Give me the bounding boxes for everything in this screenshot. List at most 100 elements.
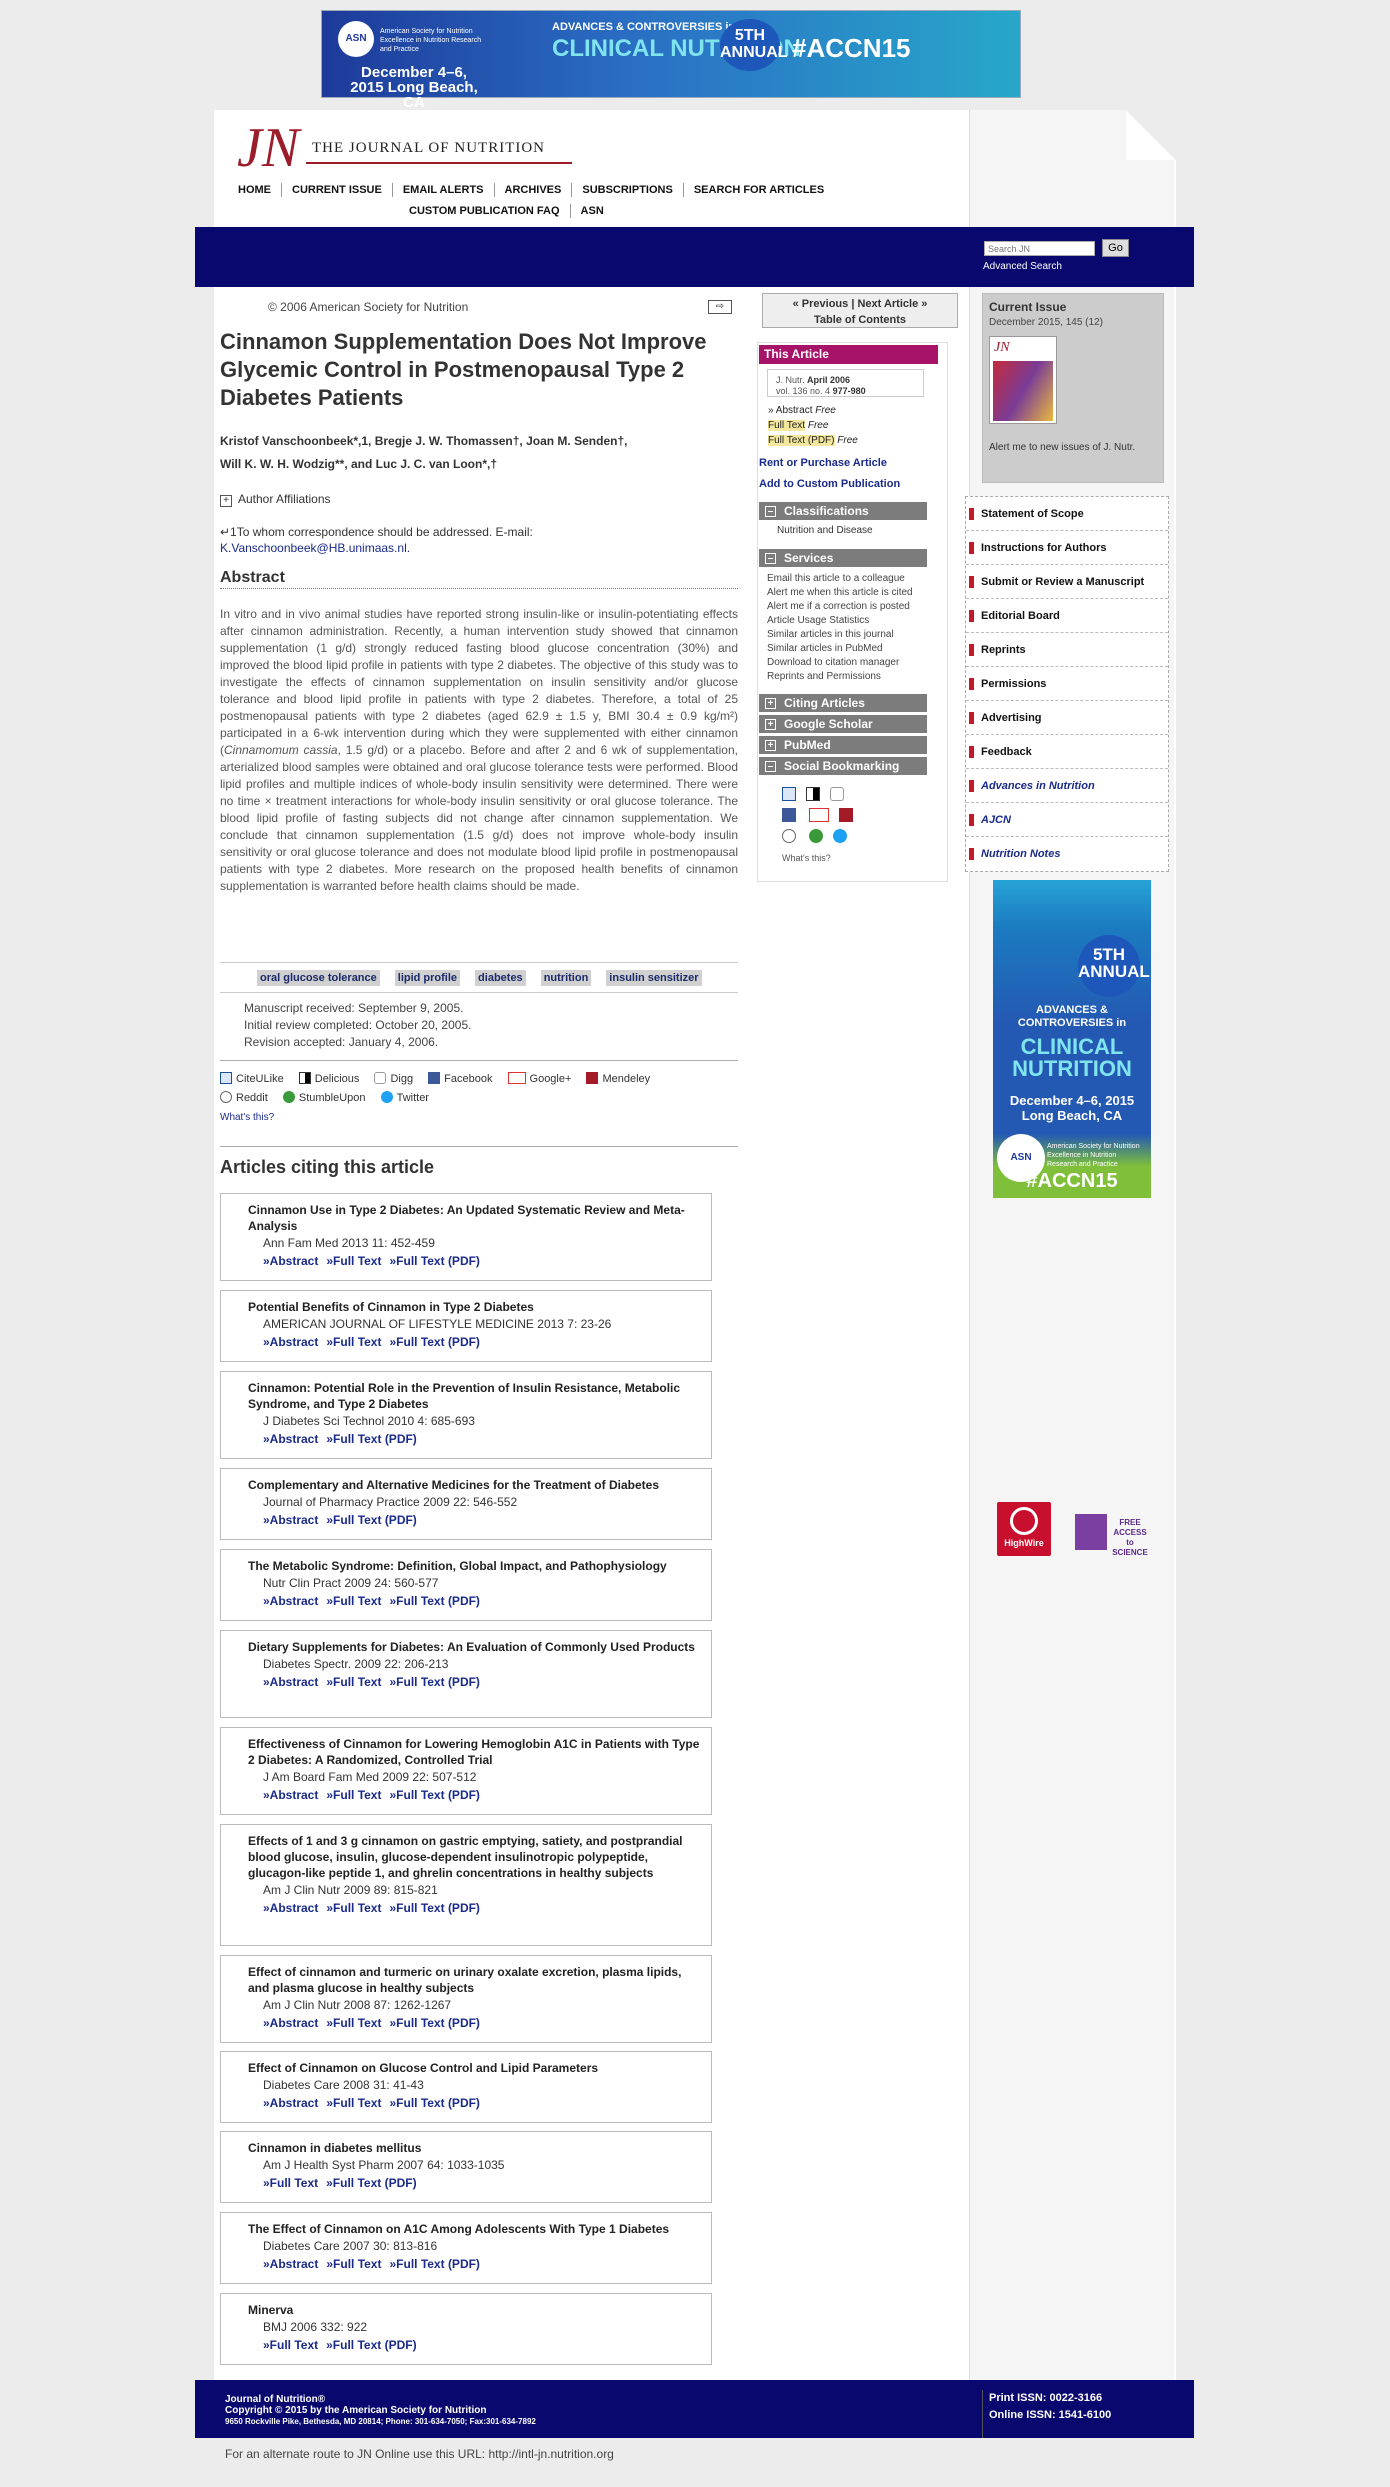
nav-asn[interactable]: ASN [569, 204, 614, 218]
citing-link[interactable]: »Abstract [263, 1594, 318, 1608]
rent-link[interactable]: Rent or Purchase Article [759, 457, 887, 469]
citing-articles-heading[interactable]: + Citing Articles [759, 694, 927, 712]
facebook-link[interactable]: Facebook [428, 1070, 492, 1089]
export-icon[interactable]: ⇨ [708, 300, 732, 314]
service-item[interactable]: Alert me when this article is cited [767, 586, 913, 600]
author-affiliations[interactable]: + Author Affiliations [220, 492, 331, 507]
keyword[interactable]: nutrition [540, 970, 592, 986]
citing-link[interactable]: »Full Text (PDF) [389, 1675, 479, 1689]
service-item[interactable]: Download to citation manager [767, 656, 913, 670]
citing-link[interactable]: »Full Text (PDF) [326, 2338, 416, 2352]
citing-link[interactable]: »Full Text (PDF) [389, 2016, 479, 2030]
twitter-icon[interactable] [833, 829, 848, 843]
nav-archives[interactable]: ARCHIVES [493, 183, 572, 197]
nav-search[interactable]: SEARCH FOR ARTICLES [682, 183, 834, 197]
digg-icon[interactable] [830, 787, 844, 801]
citing-link[interactable]: »Full Text [326, 1335, 381, 1349]
stumbleupon-icon[interactable] [809, 829, 824, 843]
highwire-logo[interactable]: HighWire [997, 1502, 1051, 1556]
citeulike-icon[interactable] [782, 787, 796, 801]
citing-link[interactable]: »Full Text (PDF) [326, 2176, 416, 2190]
delicious-icon[interactable] [806, 787, 820, 801]
citing-link[interactable]: »Full Text (PDF) [326, 1513, 416, 1527]
ajcn-link[interactable]: AJCN [966, 803, 1168, 837]
citing-link[interactable]: »Abstract [263, 2257, 318, 2271]
service-item[interactable]: Similar articles in this journal [767, 628, 913, 642]
citing-link[interactable]: »Full Text (PDF) [389, 1335, 479, 1349]
keyword[interactable]: diabetes [475, 970, 526, 986]
citing-link[interactable]: »Abstract [263, 1513, 318, 1527]
google-scholar-heading[interactable]: + Google Scholar [759, 715, 927, 733]
classifications-heading[interactable]: – Classifications [759, 502, 927, 520]
instructions-link[interactable]: Instructions for Authors [966, 531, 1168, 565]
citing-link[interactable]: »Abstract [263, 1335, 318, 1349]
fulltext-link[interactable]: Full Text [768, 420, 806, 431]
nav-home[interactable]: HOME [232, 183, 281, 197]
citing-link[interactable]: »Full Text (PDF) [389, 1788, 479, 1802]
nav-email-alerts[interactable]: EMAIL ALERTS [391, 183, 494, 197]
next-link[interactable]: Next Article » [857, 298, 927, 310]
whats-this-link[interactable]: What's this? [782, 853, 831, 863]
citing-link[interactable]: »Full Text [326, 1254, 381, 1268]
advanced-search-link[interactable]: Advanced Search [983, 261, 1062, 272]
service-item[interactable]: Similar articles in PubMed [767, 642, 913, 656]
reddit-icon[interactable] [782, 829, 796, 843]
nav-current-issue[interactable]: CURRENT ISSUE [281, 183, 392, 197]
previous-link[interactable]: « Previous [793, 298, 849, 310]
citing-link[interactable]: »Full Text [263, 2338, 318, 2352]
classification-item[interactable]: Nutrition and Disease [777, 525, 873, 536]
citing-link[interactable]: »Abstract [263, 1901, 318, 1915]
permissions-link[interactable]: Permissions [966, 667, 1168, 701]
service-item[interactable]: Reprints and Permissions [767, 670, 913, 684]
submit-link[interactable]: Submit or Review a Manuscript [966, 565, 1168, 599]
mendeley-link[interactable]: Mendeley [586, 1070, 650, 1089]
citing-link[interactable]: »Abstract [263, 1788, 318, 1802]
delicious-link[interactable]: Delicious [298, 1070, 359, 1089]
service-item[interactable]: Article Usage Statistics [767, 614, 913, 628]
issue-alert-link[interactable]: Alert me to new issues of J. Nutr. [989, 442, 1157, 453]
keyword[interactable]: lipid profile [394, 970, 461, 986]
services-heading[interactable]: – Services [759, 549, 927, 567]
service-item[interactable]: Alert me if a correction is posted [767, 600, 913, 614]
reprints-link[interactable]: Reprints [966, 633, 1168, 667]
citing-link[interactable]: »Full Text [326, 2096, 381, 2110]
citing-link[interactable]: »Abstract [263, 1432, 318, 1446]
journal-name[interactable]: THE JOURNAL OF NUTRITION [312, 140, 545, 157]
citeulike-link[interactable]: CiteULike [220, 1070, 284, 1089]
citing-link[interactable]: »Full Text (PDF) [389, 1254, 479, 1268]
whats-this-link[interactable]: What's this? [220, 1112, 274, 1123]
search-input[interactable] [984, 241, 1095, 256]
citing-link[interactable]: »Full Text [326, 1788, 381, 1802]
pubmed-heading[interactable]: + PubMed [759, 736, 927, 754]
custom-pub-link[interactable]: Add to Custom Publication [759, 478, 900, 490]
nav-subscriptions[interactable]: SUBSCRIPTIONS [571, 183, 682, 197]
citing-link[interactable]: »Full Text [263, 2176, 318, 2190]
advances-link[interactable]: Advances in Nutrition [966, 769, 1168, 803]
statement-of-scope-link[interactable]: Statement of Scope [966, 497, 1168, 531]
fulltext-pdf-link[interactable]: Full Text (PDF) [768, 435, 835, 446]
citing-link[interactable]: »Full Text (PDF) [389, 1594, 479, 1608]
googleplus-link[interactable]: Google+ [507, 1070, 571, 1089]
citing-link[interactable]: »Full Text [326, 1675, 381, 1689]
nav-custom-faq[interactable]: CUSTOM PUBLICATION FAQ [403, 204, 570, 218]
side-banner-ad[interactable]: 5TH ANNUAL ADVANCES & CONTROVERSIES in C… [993, 880, 1151, 1198]
expand-icon[interactable]: + [220, 495, 232, 507]
editorial-board-link[interactable]: Editorial Board [966, 599, 1168, 633]
citing-link[interactable]: »Abstract [263, 1675, 318, 1689]
abstract-link[interactable]: » Abstract [768, 405, 812, 416]
advertising-link[interactable]: Advertising [966, 701, 1168, 735]
service-item[interactable]: Email this article to a colleague [767, 572, 913, 586]
stumbleupon-link[interactable]: StumbleUpon [282, 1089, 366, 1108]
citing-link[interactable]: »Abstract [263, 2016, 318, 2030]
keyword[interactable]: oral glucose tolerance [257, 970, 380, 986]
facebook-icon[interactable] [782, 808, 796, 822]
top-banner-ad[interactable]: ASN American Society for Nutrition Excel… [321, 10, 1021, 110]
citing-link[interactable]: »Full Text (PDF) [389, 2257, 479, 2271]
nutrition-notes-link[interactable]: Nutrition Notes [966, 837, 1168, 871]
googleplus-icon[interactable] [809, 808, 830, 822]
citing-link[interactable]: »Abstract [263, 1254, 318, 1268]
citing-link[interactable]: »Full Text [326, 2257, 381, 2271]
keyword[interactable]: insulin sensitizer [606, 970, 702, 986]
jn-logo[interactable]: JN [237, 120, 299, 176]
mendeley-icon[interactable] [839, 808, 854, 822]
